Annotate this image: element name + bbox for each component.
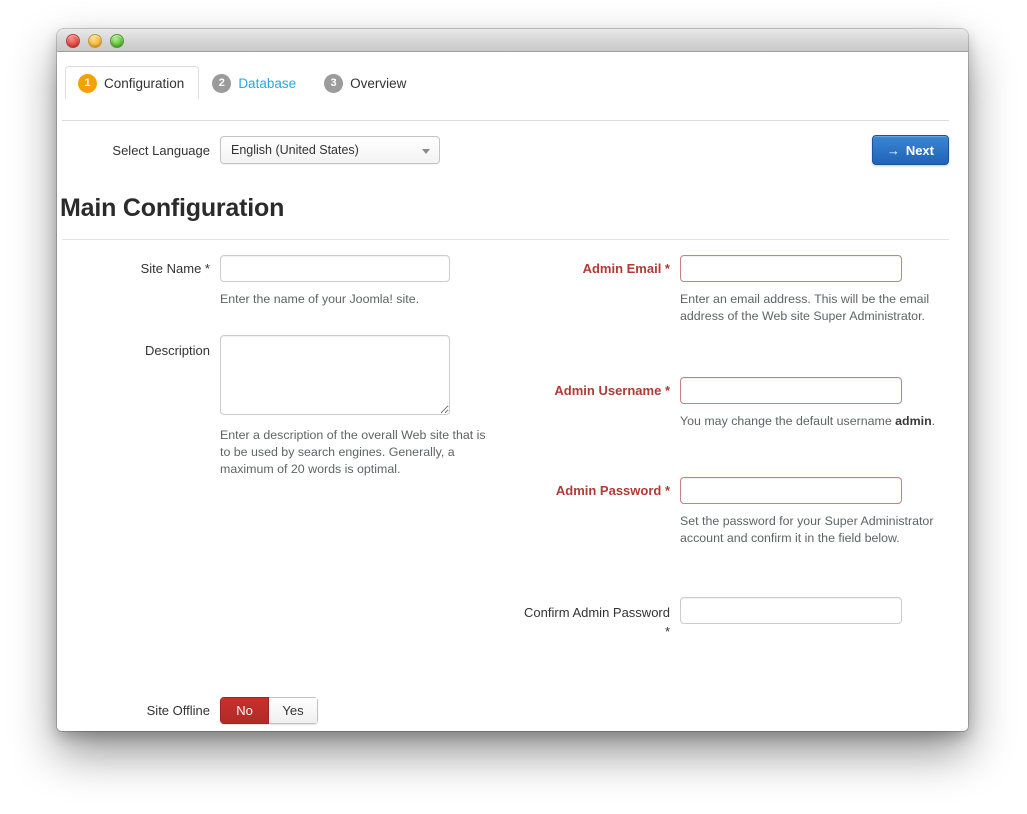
site-offline-toggle[interactable]: No Yes [220, 697, 318, 724]
description-help: Enter a description of the overall Web s… [220, 427, 495, 478]
confirm-admin-password-label: Confirm Admin Password * [517, 603, 670, 641]
admin-username-help-period: . [932, 414, 935, 428]
tabs-divider [62, 120, 949, 121]
admin-username-input[interactable] [680, 377, 902, 404]
admin-password-help: Set the password for your Super Administ… [680, 513, 954, 547]
tab-overview-label: Overview [350, 76, 406, 91]
step-number-badge: 3 [324, 74, 343, 93]
next-button-label: Next [906, 143, 934, 158]
step-number-badge: 1 [78, 74, 97, 93]
browser-window: 1 Configuration 2 Database 3 Overview Se… [57, 29, 968, 731]
chevron-down-icon [422, 149, 430, 154]
site-offline-option-no[interactable]: No [220, 697, 269, 724]
admin-email-help: Enter an email address. This will be the… [680, 291, 946, 325]
site-offline-option-yes[interactable]: Yes [269, 697, 318, 724]
description-label: Description [57, 343, 210, 359]
site-name-label: Site Name * [57, 261, 210, 277]
site-name-help: Enter the name of your Joomla! site. [220, 291, 490, 308]
language-select[interactable]: English (United States) [220, 136, 440, 164]
site-name-input[interactable] [220, 255, 450, 282]
close-window-button[interactable] [66, 34, 80, 48]
admin-email-label: Admin Email * [517, 261, 670, 277]
admin-username-help-text: You may change the default username [680, 414, 895, 428]
language-select-value: English (United States) [231, 143, 359, 157]
arrow-right-icon: → [887, 144, 900, 157]
description-textarea[interactable] [220, 335, 450, 415]
maximize-window-button[interactable] [110, 34, 124, 48]
admin-email-input[interactable] [680, 255, 902, 282]
tab-overview[interactable]: 3 Overview [311, 66, 421, 99]
confirm-admin-password-input[interactable] [680, 597, 902, 624]
window-titlebar [57, 29, 968, 52]
next-button[interactable]: → Next [872, 135, 949, 165]
select-language-label: Select Language [57, 143, 210, 158]
admin-password-label: Admin Password * [517, 483, 670, 499]
admin-username-help: You may change the default username admi… [680, 413, 940, 430]
tab-configuration-label: Configuration [104, 76, 184, 91]
installer-page: 1 Configuration 2 Database 3 Overview Se… [57, 52, 968, 731]
site-offline-label: Site Offline [57, 703, 210, 719]
page-title: Main Configuration [60, 194, 284, 223]
tab-configuration[interactable]: 1 Configuration [65, 66, 199, 99]
tab-database-label: Database [238, 76, 296, 91]
heading-divider [62, 239, 949, 240]
admin-password-input[interactable] [680, 477, 902, 504]
tab-database[interactable]: 2 Database [199, 66, 311, 99]
step-number-badge: 2 [212, 74, 231, 93]
minimize-window-button[interactable] [88, 34, 102, 48]
admin-username-default: admin [895, 414, 932, 428]
admin-username-label: Admin Username * [517, 383, 670, 399]
installer-step-tabs: 1 Configuration 2 Database 3 Overview [65, 60, 968, 98]
window-controls [66, 34, 124, 48]
language-row: Select Language English (United States) … [57, 136, 949, 170]
